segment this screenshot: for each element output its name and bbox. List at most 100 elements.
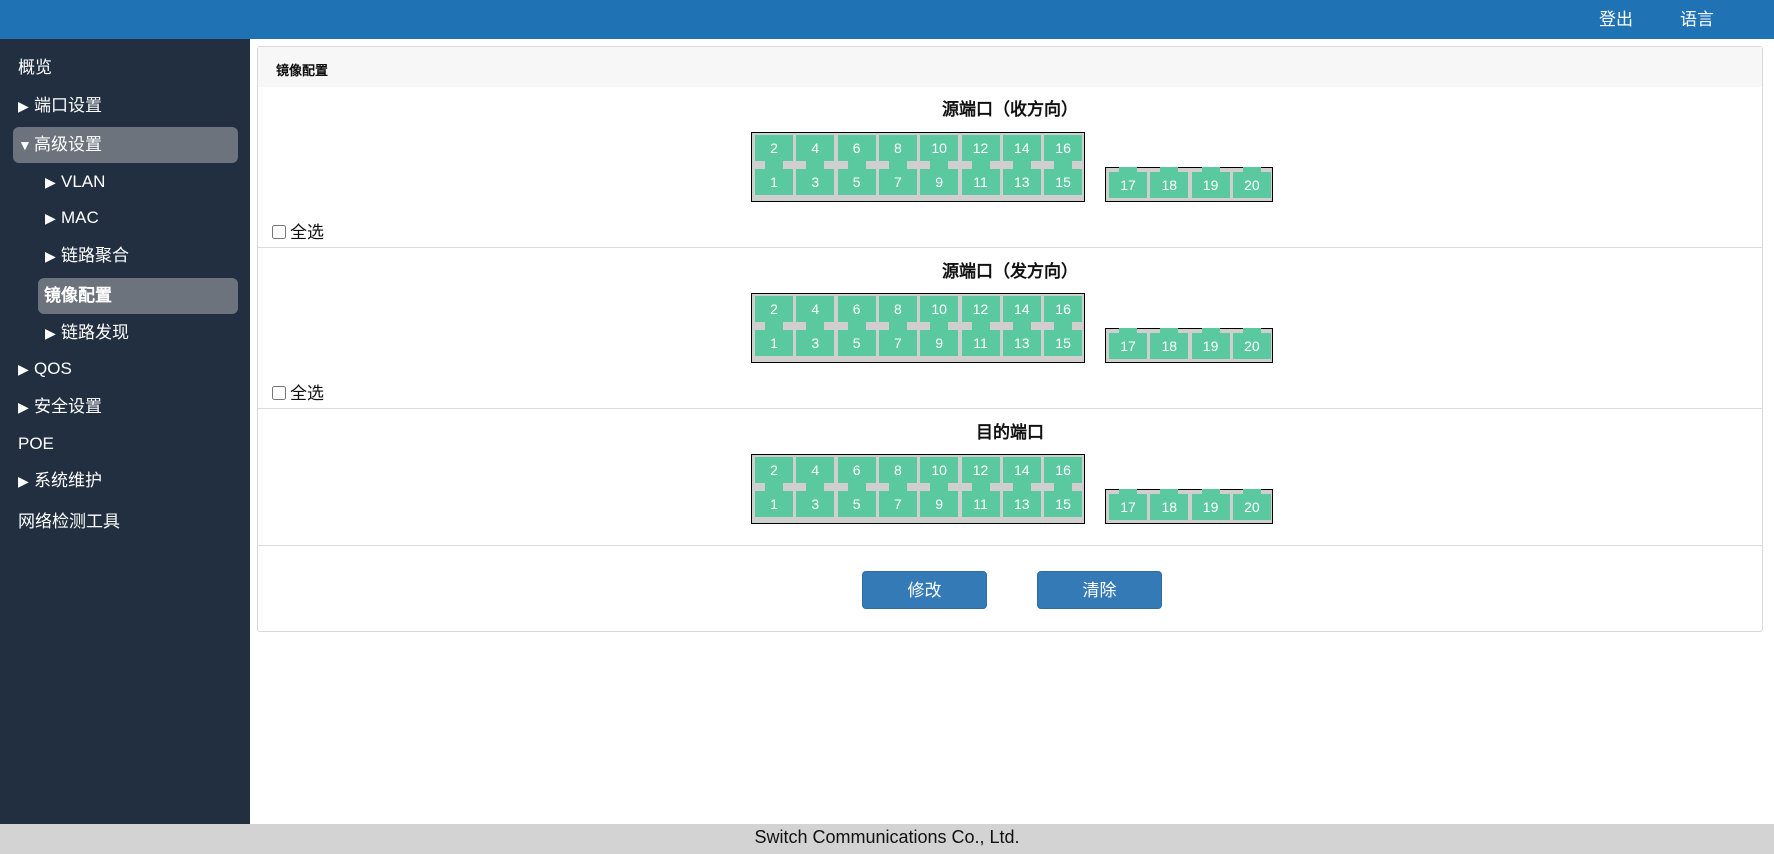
select-all-tx[interactable]: 全选 [272,379,324,404]
expand-arrow-icon: ▶ [45,210,56,226]
port-16[interactable]: 16 [1044,135,1083,166]
port-2[interactable]: 2 [755,296,793,327]
port-8[interactable]: 8 [878,135,917,166]
port-13[interactable]: 13 [1002,486,1041,517]
sidebar-item-network-tools[interactable]: 网络检测工具 [18,504,120,540]
sidebar-item-label: 概览 [18,58,52,77]
port-15[interactable]: 15 [1044,164,1083,195]
sidebar-item-mirror-config[interactable]: 镜像配置 [38,278,238,314]
port-11[interactable]: 11 [961,325,1000,356]
sidebar-item-label: QOS [34,359,72,378]
select-all-checkbox[interactable] [272,225,286,239]
port-11[interactable]: 11 [961,486,1000,517]
port-17[interactable]: 17 [1109,489,1147,520]
language-link[interactable]: 语言 [1680,0,1714,39]
port-17[interactable]: 17 [1109,328,1147,359]
port-13[interactable]: 13 [1002,164,1041,195]
port-6[interactable]: 6 [837,135,876,166]
port-19[interactable]: 19 [1191,167,1230,198]
port-4[interactable]: 4 [796,457,835,488]
sidebar-item-security[interactable]: ▶ 安全设置 [18,389,102,425]
modify-button[interactable]: 修改 [862,571,987,609]
port-2[interactable]: 2 [755,457,793,488]
port-19[interactable]: 19 [1191,489,1230,520]
sidebar-item-label: 端口设置 [34,96,102,115]
port-20[interactable]: 20 [1232,328,1271,359]
sidebar-item-link-aggregation[interactable]: ▶ 链路聚合 [45,238,129,274]
port-10[interactable]: 10 [920,296,959,327]
port-6[interactable]: 6 [837,457,876,488]
port-20[interactable]: 20 [1232,167,1271,198]
port-1[interactable]: 1 [755,486,793,517]
port-16[interactable]: 16 [1044,457,1083,488]
port-8[interactable]: 8 [878,457,917,488]
panel-title: 镜像配置 [276,63,329,78]
port-10[interactable]: 10 [920,457,959,488]
sidebar-item-advanced-settings[interactable]: ▼ 高级设置 [13,127,238,163]
port-1[interactable]: 1 [755,325,793,356]
port-16[interactable]: 16 [1044,296,1083,327]
port-18[interactable]: 18 [1150,167,1189,198]
port-7[interactable]: 7 [878,164,917,195]
sidebar-item-poe[interactable]: POE [18,426,54,462]
port-2[interactable]: 2 [755,135,793,166]
port-7[interactable]: 7 [878,325,917,356]
port-13[interactable]: 13 [1002,325,1041,356]
port-8[interactable]: 8 [878,296,917,327]
sidebar-item-label: 系统维护 [34,471,102,490]
port-4[interactable]: 4 [796,296,835,327]
sidebar-item-qos[interactable]: ▶ QOS [18,351,72,387]
sidebar-item-overview[interactable]: 概览 [18,50,52,86]
clear-button[interactable]: 清除 [1037,571,1162,609]
port-14[interactable]: 14 [1002,457,1041,488]
port-9[interactable]: 9 [920,486,959,517]
sidebar-item-label: 安全设置 [34,397,102,416]
sidebar-item-label: 链路发现 [61,323,129,342]
sidebar-item-port-settings[interactable]: ▶ 端口设置 [18,88,102,124]
logout-link[interactable]: 登出 [1599,0,1633,39]
port-6[interactable]: 6 [837,296,876,327]
sidebar-item-system-maintenance[interactable]: ▶ 系统维护 [18,463,102,499]
sidebar-item-link-discovery[interactable]: ▶ 链路发现 [45,315,129,351]
sidebar-item-label: 链路聚合 [61,246,129,265]
port-9[interactable]: 9 [920,164,959,195]
select-all-checkbox[interactable] [272,386,286,400]
port-17[interactable]: 17 [1109,167,1147,198]
port-5[interactable]: 5 [837,325,876,356]
sidebar-item-label: VLAN [61,172,106,191]
port-12[interactable]: 12 [961,457,1000,488]
port-15[interactable]: 15 [1044,486,1083,517]
port-12[interactable]: 12 [961,135,1000,166]
sidebar-nav: 概览 ▶ 端口设置 ▼ 高级设置 ▶ VLAN ▶ MAC ▶ 链路聚合 镜像配置 ▶ 链路… [0,39,250,824]
sidebar-item-mac[interactable]: ▶ MAC [45,200,99,236]
port-3[interactable]: 3 [796,486,835,517]
section-destination: 目的端口 2 4 6 8 10 12 14 16 1 3 5 7 9 11 13 15 17 18 19 20 [258,409,1762,545]
port-10[interactable]: 10 [920,135,959,166]
port-3[interactable]: 3 [796,325,835,356]
select-all-label: 全选 [290,223,324,242]
port-7[interactable]: 7 [878,486,917,517]
top-bar: 登出 语言 [0,0,1774,39]
port-14[interactable]: 14 [1002,296,1041,327]
port-18[interactable]: 18 [1150,328,1189,359]
port-20[interactable]: 20 [1232,489,1271,520]
expand-arrow-icon: ▶ [45,325,56,341]
port-11[interactable]: 11 [961,164,1000,195]
port-14[interactable]: 14 [1002,135,1041,166]
port-12[interactable]: 12 [961,296,1000,327]
port-1[interactable]: 1 [755,164,793,195]
port-panel-main: 2 4 6 8 10 12 14 16 1 3 5 7 9 11 13 15 [751,454,1085,524]
port-4[interactable]: 4 [796,135,835,166]
port-9[interactable]: 9 [920,325,959,356]
sidebar-item-vlan[interactable]: ▶ VLAN [45,164,105,200]
port-3[interactable]: 3 [796,164,835,195]
port-18[interactable]: 18 [1150,489,1189,520]
port-15[interactable]: 15 [1044,325,1083,356]
section-source-tx: 源端口（发方向） 2 4 6 8 10 12 14 16 1 3 5 7 9 11 13 15 17 18 19 2… [258,248,1762,408]
port-19[interactable]: 19 [1191,328,1230,359]
collapse-arrow-icon: ▼ [18,137,32,153]
sidebar-item-label: 网络检测工具 [18,512,120,531]
port-5[interactable]: 5 [837,164,876,195]
port-5[interactable]: 5 [837,486,876,517]
select-all-rx[interactable]: 全选 [272,218,324,243]
